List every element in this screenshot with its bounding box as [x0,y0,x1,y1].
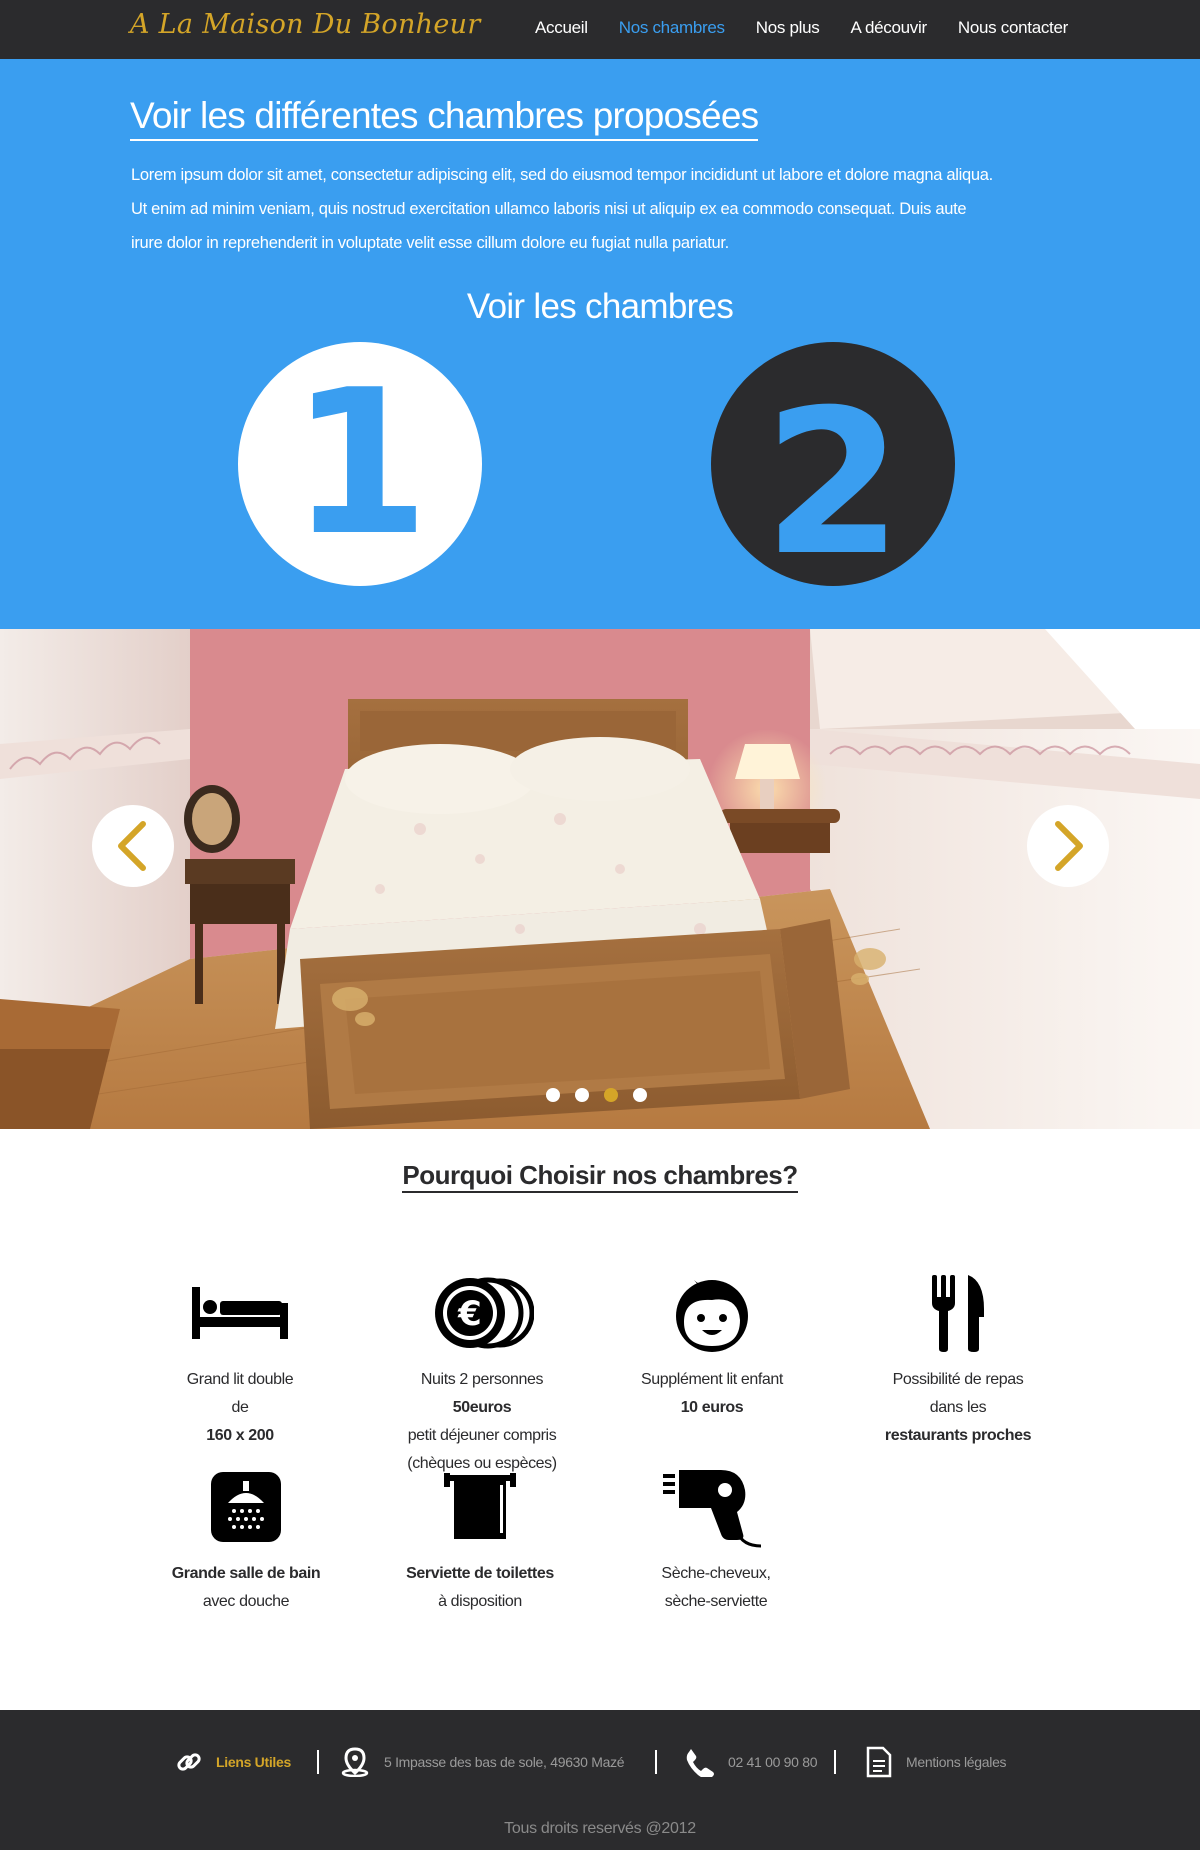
feature-text-bold: 10 euros [680,1399,744,1416]
feature-price: € Nuits 2 personnes 50euros petit déjeun… [362,1270,602,1478]
feature-hair-dryer-text: Sèche-cheveux, sèche-serviette [596,1560,836,1616]
why-section-title: Pourquoi Choisir nos chambres? [0,1160,1200,1193]
hair-dryer-icon [663,1470,762,1548]
nav-link-a-decouvrir[interactable]: A découvir [850,18,927,38]
page-title: Voir les différentes chambres proposées [130,95,759,141]
nav-link-nos-plus[interactable]: Nos plus [756,18,820,38]
footer-legal-label: Mentions légales [906,1754,1007,1770]
chevron-left-icon [118,821,146,871]
feature-text: de [231,1399,249,1416]
nav-menu: Accueil Nos chambres Nos plus A découvir… [504,18,1068,38]
carousel-pagination [546,1088,647,1102]
chevron-right-icon [1055,821,1083,871]
nav-link-nos-chambres[interactable]: Nos chambres [619,18,725,38]
footer-legal-notice[interactable]: Mentions légales [866,1742,1007,1782]
hero-section: Voir les différentes chambres proposées … [0,59,1200,629]
top-navbar: A La Maison Du Bonheur Accueil Nos chamb… [0,0,1200,59]
hero-paragraph-line: irure dolor in reprehenderit in voluptat… [131,234,729,252]
feature-text: Supplément lit enfant [641,1371,783,1388]
site-footer: Liens Utiles 5 Impasse des bas de sole, … [0,1710,1200,1850]
towel-icon [444,1473,516,1539]
feature-text-bold: Grande salle de bain [171,1565,321,1582]
feature-bed-text: Grand lit double de 160 x 200 [120,1366,360,1450]
footer-address-text: 5 Impasse des bas de sole, 49630 Mazé [384,1754,625,1770]
euro-coins-icon: € [435,1277,534,1349]
svg-text:€: € [457,1294,482,1334]
feature-meals: Possibilité de repas dans les restaurant… [838,1270,1078,1450]
feature-towels: Serviette de toilettes à disposition [360,1464,600,1616]
document-icon [866,1746,892,1778]
footer-phone[interactable]: 02 41 00 90 80 [684,1742,818,1782]
feature-child-bed-text: Supplément lit enfant 10 euros [592,1366,832,1422]
feature-hair-dryer: Sèche-cheveux, sèche-serviette [596,1464,836,1616]
nav-link-nous-contacter[interactable]: Nous contacter [958,18,1068,38]
carousel-dot-3[interactable] [604,1088,618,1102]
phone-icon [686,1749,714,1777]
feature-bathroom: Grande salle de bain avec douche [126,1464,366,1616]
room-1-button[interactable]: 1 [238,342,482,586]
carousel-dot-4[interactable] [633,1088,647,1102]
feature-towels-text: Serviette de toilettes à disposition [360,1560,600,1616]
feature-text: sèche-serviette [664,1593,768,1610]
carousel-next-button[interactable] [1027,805,1109,887]
map-pin-icon [341,1747,369,1777]
room-1-number: 1 [290,347,430,580]
feature-text: Grand lit double [186,1371,294,1388]
feature-text: Nuits 2 personnes [420,1371,544,1388]
footer-divider [655,1750,657,1774]
hero-paragraph-line: Ut enim ad minim veniam, quis nostrud ex… [131,200,967,218]
feature-text: petit déjeuner compris [407,1427,557,1444]
feature-price-text: Nuits 2 personnes 50euros petit déjeuner… [362,1366,602,1478]
room-2-number: 2 [763,367,903,586]
carousel-dot-1[interactable] [546,1088,560,1102]
bedroom-photo [0,629,1200,1129]
feature-text-bold: restaurants proches [884,1427,1032,1444]
feature-meals-text: Possibilité de repas dans les restaurant… [838,1366,1078,1450]
child-face-icon [676,1280,748,1352]
footer-useful-links[interactable]: Liens Utiles [176,1742,291,1782]
feature-text-bold: 50euros [452,1399,512,1416]
feature-text: à disposition [438,1593,522,1610]
carousel-dot-2[interactable] [575,1088,589,1102]
why-section-title-text: Pourquoi Choisir nos chambres? [402,1160,798,1193]
footer-divider [834,1750,836,1774]
feature-text: avec douche [202,1593,290,1610]
footer-phone-number: 02 41 00 90 80 [728,1754,818,1770]
feature-text-bold: Serviette de toilettes [406,1565,554,1582]
fork-knife-icon [932,1275,984,1352]
bed-icon [192,1287,288,1339]
hero-paragraph-line: Lorem ipsum dolor sit amet, consectetur … [131,166,993,184]
footer-info-row: Liens Utiles 5 Impasse des bas de sole, … [0,1742,1200,1782]
footer-address: 5 Impasse des bas de sole, 49630 Mazé [340,1742,625,1782]
rooms-heading: Voir les chambres [466,287,734,326]
carousel-prev-button[interactable] [92,805,174,887]
shower-icon [211,1472,281,1542]
feature-text: Possibilité de repas [892,1371,1024,1388]
room-2-button[interactable]: 2 [711,342,955,586]
copyright-text: Tous droits reservés @2012 [504,1820,696,1837]
feature-bathroom-text: Grande salle de bain avec douche [126,1560,366,1616]
footer-useful-links-label: Liens Utiles [216,1754,291,1770]
feature-text: Sèche-cheveux, [661,1565,771,1582]
footer-divider [317,1750,319,1774]
feature-text-bold: 160 x 200 [206,1427,274,1444]
site-logo[interactable]: A La Maison Du Bonheur [130,9,481,40]
bedroom-carousel [0,629,1200,1129]
feature-text: dans les [929,1399,987,1416]
feature-child-bed: Supplément lit enfant 10 euros [592,1270,832,1422]
feature-bed: Grand lit double de 160 x 200 [120,1270,360,1450]
nav-link-accueil[interactable]: Accueil [535,18,588,38]
hero-paragraph: Lorem ipsum dolor sit amet, consectetur … [131,158,1071,260]
link-chain-icon [177,1753,201,1771]
